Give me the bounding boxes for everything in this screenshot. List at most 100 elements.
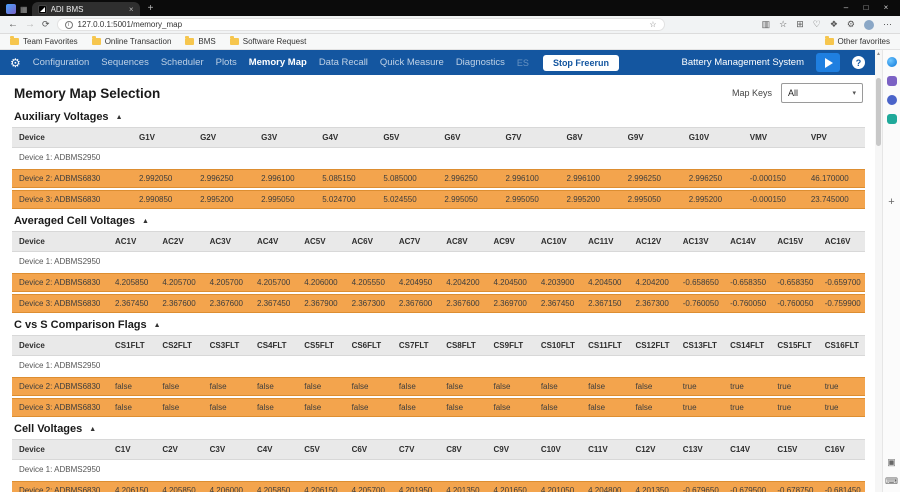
tab-sequences[interactable]: Sequences xyxy=(101,57,149,68)
scrollbar-thumb[interactable] xyxy=(876,78,881,146)
profile-avatar[interactable] xyxy=(864,20,874,30)
other-favorites[interactable]: Other favorites xyxy=(825,37,890,46)
tab-actions-icon[interactable]: ▦ xyxy=(20,5,28,14)
table-row[interactable]: Device 1: ADBMS2950 xyxy=(12,148,865,169)
stop-freerun-button[interactable]: Stop Freerun xyxy=(543,55,619,71)
maximize-button[interactable]: □ xyxy=(856,0,876,16)
touch-keyboard-icon[interactable]: ⌨ xyxy=(885,476,898,487)
column-header: CS2FLT xyxy=(155,336,202,356)
value-cell: false xyxy=(534,397,581,417)
collapse-arrow-icon[interactable]: ▲ xyxy=(142,218,149,225)
refresh-icon[interactable]: ⟳ xyxy=(42,19,50,30)
folder-icon xyxy=(825,38,834,45)
play-button[interactable] xyxy=(816,53,840,72)
extensions-icon[interactable]: ❖ xyxy=(830,19,838,30)
table-row[interactable]: Device 3: ADBMS6830falsefalsefalsefalsef… xyxy=(12,397,865,417)
bookmark-online-transaction[interactable]: Online Transaction xyxy=(92,37,172,46)
page-header: Memory Map Selection Map Keys All ▾ xyxy=(14,83,863,103)
column-header: AC4V xyxy=(250,232,297,252)
settings-icon[interactable]: ⚙ xyxy=(847,19,855,30)
tab-close-icon[interactable]: × xyxy=(129,5,134,14)
more-menu-icon[interactable]: ⋯ xyxy=(883,19,892,30)
column-header: AC7V xyxy=(392,232,439,252)
table-row[interactable]: Device 3: ADBMS68302.3674502.3676002.367… xyxy=(12,293,865,313)
sidebar-search-icon[interactable] xyxy=(887,57,897,67)
value-cell: 4.201350 xyxy=(628,480,675,492)
address-bar[interactable]: i 127.0.0.1:5001/memory_map ☆ xyxy=(57,18,665,31)
value-cell xyxy=(345,460,392,481)
tab-quick-measure[interactable]: Quick Measure xyxy=(380,57,444,68)
section-auxiliary-voltages: Auxiliary Voltages▲DeviceG1VG2VG3VG4VG5V… xyxy=(12,111,865,209)
new-tab-button[interactable]: + xyxy=(148,3,154,14)
split-screen-icon[interactable]: ▥ xyxy=(762,19,771,30)
column-header: CS14FLT xyxy=(723,336,770,356)
value-cell: false xyxy=(155,376,202,397)
value-cell xyxy=(628,460,675,481)
device-cell: Device 1: ADBMS2950 xyxy=(12,252,108,273)
value-cell: false xyxy=(345,397,392,417)
value-cell: 4.204500 xyxy=(487,272,534,293)
browser-essentials-icon[interactable]: ♡ xyxy=(813,19,821,30)
map-keys-select[interactable]: All ▾ xyxy=(781,83,863,103)
column-header: G3V xyxy=(254,128,315,148)
help-icon[interactable]: ? xyxy=(852,56,865,69)
column-header: CS8FLT xyxy=(439,336,486,356)
tab-plots[interactable]: Plots xyxy=(216,57,237,68)
bookmark-team-favorites[interactable]: Team Favorites xyxy=(10,37,78,46)
table-row[interactable]: Device 2: ADBMS68304.2061504.2058504.206… xyxy=(12,480,865,492)
scroll-up-icon[interactable]: ▲ xyxy=(875,51,882,57)
value-cell: true xyxy=(818,376,865,397)
favorites-icon[interactable]: ☆ xyxy=(779,19,787,30)
value-cell xyxy=(818,252,865,273)
workspaces-icon[interactable] xyxy=(6,4,16,14)
minimize-button[interactable]: – xyxy=(836,0,856,16)
collapse-arrow-icon[interactable]: ▲ xyxy=(154,322,161,329)
column-header: AC16V xyxy=(818,232,865,252)
tab-diagnostics[interactable]: Diagnostics xyxy=(456,57,505,68)
bookmark-bms[interactable]: BMS xyxy=(185,37,215,46)
titlebar: ▦ ADI BMS × + – □ × xyxy=(0,0,900,16)
gear-icon[interactable]: ⚙ xyxy=(10,56,21,70)
tab-data-recall[interactable]: Data Recall xyxy=(319,57,368,68)
bookmark-label: BMS xyxy=(198,37,215,46)
value-cell xyxy=(804,148,865,169)
close-button[interactable]: × xyxy=(876,0,896,16)
add-favorite-icon[interactable]: ☆ xyxy=(649,20,656,29)
forward-icon[interactable]: → xyxy=(25,19,35,30)
collections-icon[interactable]: ⊞ xyxy=(796,19,804,30)
tab-scheduler[interactable]: Scheduler xyxy=(161,57,204,68)
value-cell xyxy=(108,252,155,273)
back-icon[interactable]: ← xyxy=(8,19,18,30)
column-header: Device xyxy=(12,440,108,460)
browser-tab[interactable]: ADI BMS × xyxy=(32,2,140,16)
table-row[interactable]: Device 1: ADBMS2950 xyxy=(12,356,865,377)
column-header: AC1V xyxy=(108,232,155,252)
tab-configuration[interactable]: Configuration xyxy=(33,57,90,68)
sidebar-bottom: ▣ ⌨ xyxy=(885,457,898,487)
sidebar-shopping-icon[interactable] xyxy=(887,76,897,86)
table-row[interactable]: Device 3: ADBMS68302.9908502.9952002.995… xyxy=(12,189,865,209)
column-header: CS11FLT xyxy=(581,336,628,356)
table-row[interactable]: Device 1: ADBMS2950 xyxy=(12,252,865,273)
sidebar-teams-icon[interactable] xyxy=(887,95,897,105)
table-row[interactable]: Device 2: ADBMS6830falsefalsefalsefalsef… xyxy=(12,376,865,397)
collapse-arrow-icon[interactable]: ▲ xyxy=(116,114,123,121)
screen-capture-icon[interactable]: ▣ xyxy=(887,457,896,468)
column-header: CS15FLT xyxy=(770,336,817,356)
sidebar-add-icon[interactable]: + xyxy=(888,197,894,207)
value-cell: 46.170000 xyxy=(804,168,865,189)
bookmark-software-request[interactable]: Software Request xyxy=(230,37,307,46)
value-cell: -0.760050 xyxy=(676,293,723,313)
table-row[interactable]: Device 2: ADBMS68302.9920502.9962502.996… xyxy=(12,168,865,189)
page-scrollbar[interactable]: ▲ xyxy=(875,50,882,492)
table-row[interactable]: Device 1: ADBMS2950 xyxy=(12,460,865,481)
sidebar-games-icon[interactable] xyxy=(887,114,897,124)
value-cell: 4.201050 xyxy=(534,480,581,492)
value-cell: 2.367150 xyxy=(581,293,628,313)
table-row[interactable]: Device 2: ADBMS68304.2058504.2057004.205… xyxy=(12,272,865,293)
value-cell xyxy=(487,252,534,273)
tab-memory-map[interactable]: Memory Map xyxy=(249,57,307,68)
value-cell xyxy=(676,460,723,481)
collapse-arrow-icon[interactable]: ▲ xyxy=(89,426,96,433)
site-info-icon[interactable]: i xyxy=(65,21,73,29)
